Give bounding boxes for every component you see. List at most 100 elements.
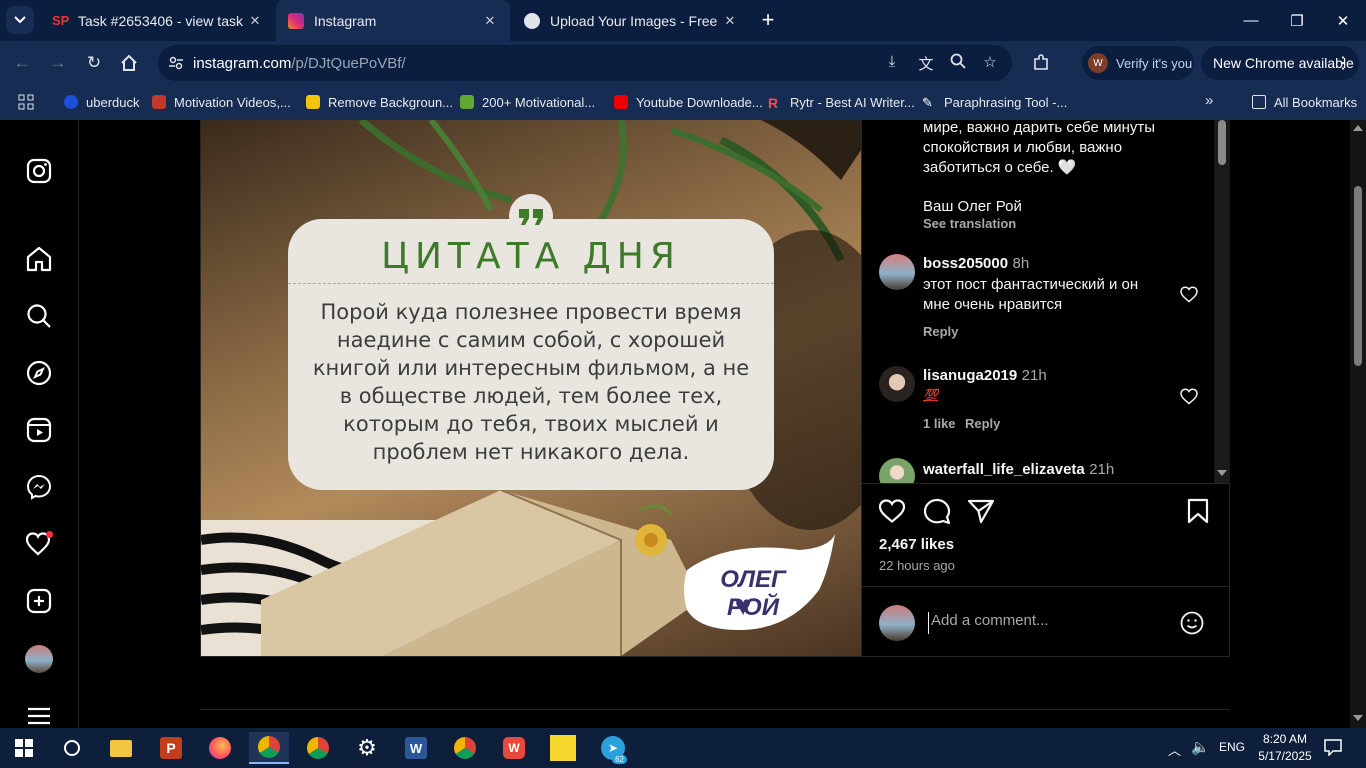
profile-w-icon: W — [1088, 53, 1108, 73]
scroll-down-arrow-icon[interactable] — [1217, 470, 1227, 476]
avatar[interactable] — [879, 458, 915, 483]
chevron-right-icon[interactable]: » — [1205, 92, 1213, 109]
bookmark-motivation[interactable]: Motivation Videos,... — [152, 92, 291, 112]
reload-button[interactable]: ↻ — [79, 48, 109, 78]
start-button[interactable] — [4, 732, 44, 764]
close-icon[interactable]: ✕ — [482, 13, 498, 29]
more-menu-icon[interactable] — [24, 701, 54, 728]
like-heart-icon[interactable] — [1180, 388, 1198, 410]
verify-profile-button[interactable]: W Verify it's you — [1082, 46, 1194, 80]
bookmark-rytr[interactable]: R Rytr - Best AI Writer... — [768, 92, 915, 112]
reply-button[interactable]: Reply — [965, 416, 1000, 431]
tab-search-button[interactable] — [6, 6, 34, 34]
reels-icon[interactable] — [24, 415, 54, 445]
likes-count[interactable]: 2,467 likes — [879, 536, 954, 553]
heart-icon — [878, 499, 906, 523]
forward-button[interactable]: → — [43, 48, 73, 78]
quote-mark-icon — [509, 194, 553, 238]
scrollbar-thumb[interactable] — [1218, 120, 1226, 165]
close-window-button[interactable]: ✕ — [1320, 0, 1366, 41]
like-heart-icon[interactable] — [1180, 286, 1198, 308]
install-app-icon[interactable]: ⤓ — [882, 53, 902, 73]
word-app[interactable]: W — [396, 732, 436, 764]
address-bar[interactable]: instagram.com/p/DJtQuePoVBf/ ⤓ 文 ☆ — [158, 45, 1012, 81]
scrollbar-thumb[interactable] — [1354, 186, 1362, 366]
instagram-sidebar — [0, 120, 79, 728]
language-indicator[interactable]: ENG — [1219, 740, 1245, 754]
page-scrollbar[interactable] — [1350, 120, 1366, 728]
back-button[interactable]: ← — [7, 48, 37, 78]
tab-upload-images[interactable]: Upload Your Images - Free Imag ✕ — [512, 0, 750, 41]
exness-app[interactable] — [543, 732, 583, 764]
all-bookmarks[interactable]: All Bookmarks — [1252, 92, 1357, 112]
see-translation-link[interactable]: See translation — [923, 216, 1016, 231]
avatar[interactable] — [879, 366, 915, 402]
file-explorer-app[interactable] — [101, 732, 141, 764]
bookmark-uberduck[interactable]: uberduck — [64, 92, 139, 112]
comment-input[interactable]: Add a comment... — [928, 612, 1168, 634]
bookmark-remove-bg[interactable]: Remove Backgroun... — [306, 92, 453, 112]
notifications-heart-icon[interactable] — [24, 529, 54, 559]
minimize-button[interactable]: — — [1228, 0, 1274, 41]
wps-app[interactable]: W — [494, 732, 534, 764]
scroll-up-arrow-icon[interactable] — [1353, 125, 1363, 131]
telegram-badge: 62 — [612, 755, 627, 764]
new-chrome-button[interactable]: New Chrome available ⋮ — [1201, 46, 1359, 80]
explore-compass-icon[interactable] — [24, 358, 54, 388]
scroll-down-arrow-icon[interactable] — [1353, 715, 1363, 721]
comment-like-count[interactable]: 1 like — [923, 416, 956, 431]
post-time[interactable]: 22 hours ago — [879, 558, 955, 573]
notification-center-icon[interactable] — [1324, 738, 1342, 761]
create-plus-icon[interactable] — [24, 586, 54, 616]
tab-task[interactable]: SP Task #2653406 - view task ✕ — [40, 0, 275, 41]
bookmark-200-motivational[interactable]: 200+ Motivational... — [460, 92, 595, 112]
comment-username[interactable]: waterfall_life_elizaveta — [923, 461, 1085, 478]
site-info-icon[interactable] — [168, 55, 184, 71]
like-button[interactable] — [878, 498, 906, 529]
bookmark-star-icon[interactable]: ☆ — [980, 53, 1000, 73]
home-button[interactable] — [114, 48, 144, 78]
comment-username[interactable]: boss205000 — [923, 255, 1008, 272]
zoom-icon[interactable] — [948, 53, 968, 73]
comment-time: 21h — [1021, 367, 1047, 384]
home-icon[interactable] — [24, 244, 54, 274]
tab-instagram[interactable]: Instagram ✕ — [276, 0, 510, 41]
close-icon[interactable]: ✕ — [722, 13, 738, 29]
wps-presentation-app[interactable]: P — [151, 732, 191, 764]
bookmark-youtube-downloader[interactable]: Youtube Downloade... — [614, 92, 763, 112]
apps-grid-icon[interactable] — [18, 94, 34, 110]
chrome-profile-app[interactable] — [445, 732, 485, 764]
new-tab-button[interactable]: + — [756, 8, 780, 32]
caption-signoff: Ваш Олег Рой — [923, 198, 1022, 215]
restore-button[interactable]: ❐ — [1274, 0, 1320, 41]
comment-username[interactable]: lisanuga2019 — [923, 367, 1017, 384]
firefox-app[interactable] — [200, 732, 240, 764]
comments-scrollbar[interactable] — [1214, 120, 1230, 483]
avatar[interactable] — [879, 254, 915, 290]
telegram-app[interactable]: ➤ 62 — [593, 732, 633, 764]
emoji-icon[interactable] — [1180, 611, 1204, 640]
messenger-icon[interactable] — [24, 472, 54, 502]
all-bookmarks-label: All Bookmarks — [1274, 94, 1358, 110]
volume-icon[interactable]: 🔈 — [1191, 738, 1210, 756]
share-button[interactable] — [967, 498, 995, 529]
instagram-logo-icon[interactable] — [24, 156, 54, 186]
chrome-active-app[interactable] — [249, 732, 289, 764]
reply-button[interactable]: Reply — [923, 324, 958, 339]
save-button[interactable] — [1186, 498, 1210, 529]
settings-app[interactable]: ⚙ — [347, 732, 387, 764]
translate-icon[interactable]: 文 — [916, 53, 936, 73]
search-icon[interactable] — [24, 301, 54, 331]
extensions-button[interactable] — [1026, 48, 1056, 78]
bookmark-paraphrasing[interactable]: ✎ Paraphrasing Tool -... — [922, 92, 1067, 112]
chrome-app[interactable] — [298, 732, 338, 764]
comments-scroll[interactable]: мире, важно дарить себе минуты спокойств… — [862, 120, 1230, 484]
clock[interactable]: 8:20 AM 5/17/2025 — [1254, 731, 1316, 765]
tab-title: Instagram — [314, 12, 377, 29]
close-icon[interactable]: ✕ — [247, 13, 263, 29]
profile-avatar[interactable] — [24, 644, 54, 674]
bookmark-label: uberduck — [86, 94, 140, 110]
show-hidden-icons-chevron-icon[interactable]: ︿ — [1168, 740, 1181, 759]
comment-button[interactable] — [923, 498, 951, 529]
cortana-button[interactable] — [52, 732, 92, 764]
